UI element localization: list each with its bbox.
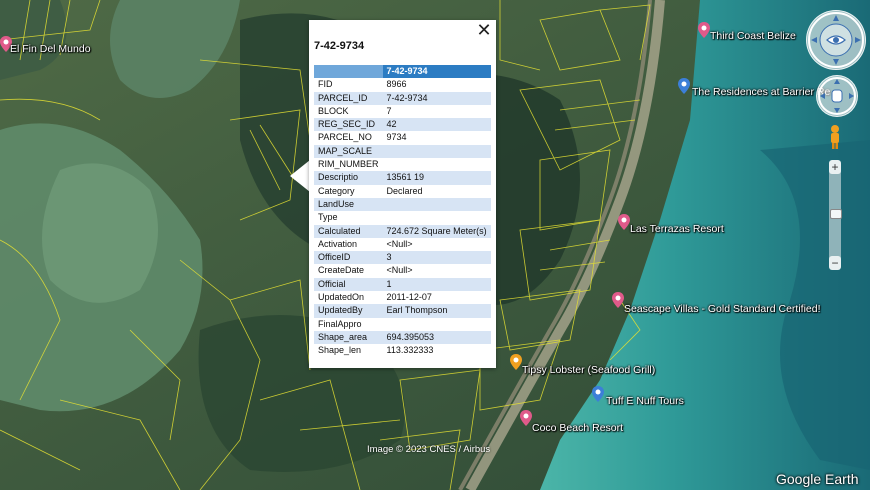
attribute-value: 1 — [382, 277, 491, 292]
attribute-key: Calculated — [314, 224, 383, 238]
attribute-key: FID — [314, 78, 383, 92]
attribute-row: OfficeID 3 — [314, 251, 491, 265]
attribute-row: Shape_len 113.332333 — [314, 344, 491, 358]
attribute-header-row: 7-42-9734 — [314, 65, 491, 79]
pink-place-pin-icon[interactable] — [618, 214, 630, 230]
move-joystick[interactable] — [816, 75, 858, 117]
place-label-las-terrazas[interactable]: Las Terrazas Resort — [630, 223, 724, 235]
attribute-value: 13561 19 — [382, 171, 491, 185]
attribute-value — [382, 197, 491, 212]
attribute-row: RIM_NUMBER — [314, 158, 491, 172]
attribute-row: Activation <Null> — [314, 237, 491, 252]
blue-place-pin-icon[interactable] — [678, 78, 690, 94]
attribute-row: MAP_SCALE — [314, 144, 491, 159]
attribute-row: Calculated 724.672 Square Meter(s) — [314, 224, 491, 238]
attribute-table: 7-42-9734 FID 8966 PARCEL_ID 7-42-9734 BLOCK… — [314, 65, 491, 358]
attribute-value: Earl Thompson — [382, 304, 491, 318]
attribute-key: LandUse — [314, 197, 383, 212]
attribute-row: UpdatedBy Earl Thompson — [314, 304, 491, 318]
attribute-key: BLOCK — [314, 104, 383, 119]
attribute-value: 8966 — [382, 78, 491, 92]
pink-place-pin-icon[interactable] — [698, 22, 710, 38]
attribute-key: FinalAppro — [314, 317, 383, 331]
close-icon[interactable]: ✕ — [476, 21, 492, 39]
place-label-coco-beach[interactable]: Coco Beach Resort — [532, 422, 623, 434]
attribute-key: Shape_len — [314, 344, 383, 358]
zoom-in-button[interactable]: + — [829, 160, 841, 174]
orange-restaurant-pin-icon[interactable] — [510, 354, 522, 370]
place-label-fin-del-mundo[interactable]: El Fin Del Mundo — [10, 43, 91, 55]
look-joystick[interactable] — [806, 10, 866, 70]
attribute-row: LandUse — [314, 197, 491, 212]
attribute-value: 2011-12-07 — [382, 291, 491, 305]
attribute-value: 9734 — [382, 131, 491, 145]
attribute-row: Descriptio 13561 19 — [314, 171, 491, 185]
attribute-value: 42 — [382, 118, 491, 132]
attribute-row: FinalAppro — [314, 317, 491, 331]
place-label-seascape[interactable]: Seascape Villas - Gold Standard Certifie… — [624, 303, 821, 315]
attribute-key: CreateDate — [314, 264, 383, 278]
attribute-key: UpdatedOn — [314, 291, 383, 305]
pink-place-pin-icon[interactable] — [520, 410, 532, 426]
hand-icon — [818, 77, 856, 115]
attribute-row: REG_SEC_ID 42 — [314, 118, 491, 132]
attribute-key: Shape_area — [314, 330, 383, 345]
popup-pointer — [290, 160, 310, 192]
attribute-header-value: 7-42-9734 — [382, 65, 491, 79]
attribute-value — [382, 317, 491, 331]
place-label-third-coast[interactable]: Third Coast Belize — [710, 30, 796, 42]
attribute-key: REG_SEC_ID — [314, 118, 383, 132]
street-view-pegman-icon[interactable] — [828, 124, 842, 150]
attribute-row: Shape_area 694.395053 — [314, 330, 491, 345]
blue-place-pin-icon[interactable] — [592, 386, 604, 402]
attribute-key: RIM_NUMBER — [314, 158, 383, 172]
google-earth-logo: Google Earth — [776, 471, 859, 487]
attribute-value: 724.672 Square Meter(s) — [382, 224, 491, 238]
attribute-key: Category — [314, 184, 383, 198]
attribute-key: Type — [314, 211, 383, 225]
imagery-credit: Image © 2023 CNES / Airbus — [367, 444, 491, 455]
attribute-row: CreateDate <Null> — [314, 264, 491, 278]
attribute-row: UpdatedOn 2011-12-07 — [314, 291, 491, 305]
attribute-key: Descriptio — [314, 171, 383, 185]
popup-title: 7-42-9734 — [314, 40, 365, 52]
attribute-value — [382, 158, 491, 172]
place-label-residences[interactable]: The Residences at Barrier Re — [692, 86, 830, 98]
zoom-slider-thumb[interactable] — [830, 209, 842, 219]
attribute-key: PARCEL_NO — [314, 131, 383, 145]
attribute-header-key — [314, 65, 383, 79]
parcel-info-popup: ✕ 7-42-9734 7-42-9734 FID 8966 PARCEL_ID 7-… — [309, 20, 496, 368]
attribute-row: PARCEL_NO 9734 — [314, 131, 491, 145]
attribute-row: Official 1 — [314, 277, 491, 292]
attribute-key: PARCEL_ID — [314, 91, 383, 105]
attribute-value: 7 — [382, 104, 491, 119]
attribute-value: Declared — [382, 184, 491, 198]
attribute-value: 694.395053 — [382, 330, 491, 345]
attribute-key: MAP_SCALE — [314, 144, 383, 159]
attribute-key: Official — [314, 277, 383, 292]
attribute-row: BLOCK 7 — [314, 104, 491, 119]
attribute-value: <Null> — [382, 264, 491, 278]
attribute-value: 7-42-9734 — [382, 91, 491, 105]
attribute-value — [382, 211, 491, 225]
attribute-row: Type — [314, 211, 491, 225]
attribute-key: UpdatedBy — [314, 304, 383, 318]
attribute-value: 3 — [382, 251, 491, 265]
attribute-value: 113.332333 — [382, 344, 491, 358]
attribute-value: <Null> — [382, 237, 491, 252]
attribute-row: Category Declared — [314, 184, 491, 198]
attribute-key: Activation — [314, 237, 383, 252]
attribute-key: OfficeID — [314, 251, 383, 265]
attribute-row: PARCEL_ID 7-42-9734 — [314, 91, 491, 105]
attribute-value — [382, 144, 491, 159]
pink-place-pin-icon[interactable] — [612, 292, 624, 308]
place-label-tuff-e-nuff[interactable]: Tuff E Nuff Tours — [606, 395, 684, 407]
place-label-tipsy-lobster[interactable]: Tipsy Lobster (Seafood Grill) — [522, 364, 655, 376]
attribute-row: FID 8966 — [314, 78, 491, 92]
compass-eye-icon — [808, 12, 864, 68]
zoom-out-button[interactable]: − — [829, 256, 841, 270]
